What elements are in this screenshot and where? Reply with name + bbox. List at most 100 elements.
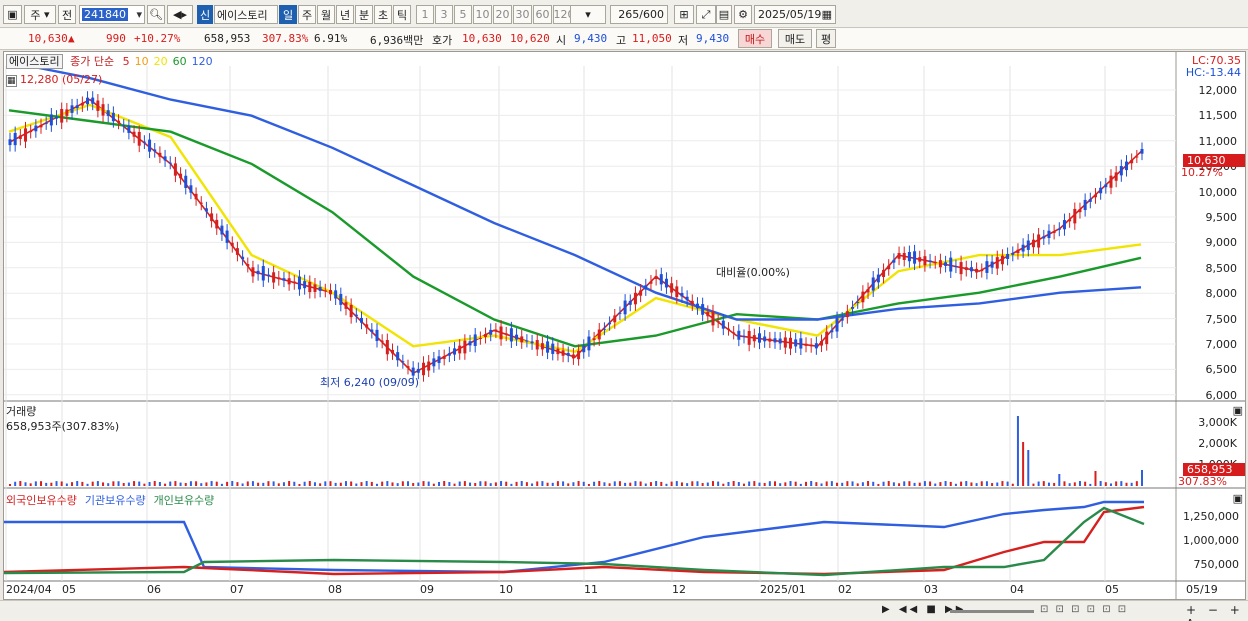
period-button[interactable]: 월 bbox=[317, 5, 335, 24]
volume-bar bbox=[686, 483, 689, 486]
table-icon: ▦ bbox=[6, 75, 17, 87]
volume-bar bbox=[251, 481, 254, 486]
buy-button[interactable]: 매수 bbox=[738, 29, 772, 48]
holdings-panel-close-icon[interactable]: ▣ bbox=[1233, 492, 1243, 505]
hts-chart-window: ▣ 주 ▾ 전 241840 ▾ 🔍︎ ◀▸ 신 에이스토리 일주월년분초틱 13… bbox=[0, 0, 1248, 621]
chart-toolbar: ▣ 주 ▾ 전 241840 ▾ 🔍︎ ◀▸ 신 에이스토리 일주월년분초틱 13… bbox=[0, 0, 1248, 28]
volume-bar bbox=[236, 482, 239, 486]
minute-step-button[interactable]: 1 bbox=[416, 5, 434, 24]
volume-bar bbox=[226, 481, 229, 486]
sell-button[interactable]: 매도 bbox=[778, 29, 812, 48]
stock-tag: 에이스토리 bbox=[6, 54, 63, 69]
candle-body bbox=[210, 213, 214, 222]
volume-bar bbox=[334, 482, 337, 486]
minute-step-button[interactable]: 5 bbox=[454, 5, 472, 24]
candle-body bbox=[184, 175, 188, 188]
minute-step-button[interactable]: 30 bbox=[513, 5, 532, 24]
window-menu-icon[interactable]: ▣ bbox=[3, 5, 22, 24]
x-tick-label: 05/19 bbox=[1186, 583, 1218, 596]
period-button[interactable]: 년 bbox=[336, 5, 354, 24]
period-button[interactable]: 틱 bbox=[393, 5, 411, 24]
candle-body bbox=[969, 267, 973, 272]
market-select[interactable]: 주 ▾ bbox=[24, 5, 56, 24]
volume-bar bbox=[577, 481, 580, 486]
volume-bar bbox=[1104, 482, 1107, 486]
candle-body bbox=[944, 262, 948, 266]
volume-bar bbox=[877, 483, 880, 486]
candle-body bbox=[148, 139, 152, 152]
prev-button[interactable]: 전 bbox=[58, 5, 76, 24]
current-price: 10,630 bbox=[28, 32, 68, 45]
candle-body bbox=[365, 324, 369, 328]
price-chart-svg[interactable] bbox=[3, 52, 1245, 599]
minute-step-button[interactable]: 10 bbox=[473, 5, 492, 24]
volume-bar bbox=[200, 483, 203, 486]
candle-body bbox=[153, 149, 157, 152]
candle-body bbox=[8, 139, 12, 146]
volume-bar bbox=[50, 482, 53, 486]
minute-step-button[interactable]: 60 bbox=[533, 5, 552, 24]
view-tools[interactable]: ⊡ ⊡ ⊡ ⊡ ⊡ ⊡ bbox=[1040, 604, 1128, 615]
holdings-legend: 외국인보유수량 기관보유수량 개인보유수량 bbox=[6, 492, 222, 508]
candle-body bbox=[189, 185, 193, 193]
volume-bar bbox=[86, 483, 89, 486]
minute-step-button[interactable]: 3 bbox=[435, 5, 453, 24]
x-tick-label: 12 bbox=[672, 583, 686, 596]
volume-bar bbox=[427, 481, 430, 486]
candle-body bbox=[783, 337, 787, 348]
high-price: 11,050 bbox=[632, 32, 672, 45]
candle-body bbox=[1124, 161, 1128, 171]
candle-body bbox=[401, 361, 405, 363]
candle-body bbox=[261, 266, 265, 281]
candle-body bbox=[866, 288, 870, 293]
draw-tool-icon[interactable]: ⤢ bbox=[696, 5, 716, 24]
stock-name: 에이스토리 bbox=[214, 5, 278, 24]
volume-bar bbox=[262, 482, 265, 486]
candle-body bbox=[292, 281, 296, 284]
scroll-slider[interactable] bbox=[950, 610, 1034, 613]
minute-step-button[interactable]: 20 bbox=[493, 5, 512, 24]
volume-bar bbox=[1037, 481, 1040, 486]
candle-body bbox=[370, 329, 374, 333]
save-icon[interactable]: ▤ bbox=[716, 5, 732, 24]
eval-button[interactable]: 평 bbox=[816, 29, 836, 48]
gear-icon[interactable]: ⚙ bbox=[734, 5, 752, 24]
candle-body bbox=[608, 322, 612, 325]
volume-bar bbox=[887, 481, 890, 486]
volume-bar bbox=[122, 483, 125, 486]
indicator-icon[interactable]: ⊞ bbox=[674, 5, 694, 24]
volume-bar bbox=[867, 481, 870, 486]
volume-bar bbox=[510, 483, 513, 486]
period-button[interactable]: 분 bbox=[355, 5, 373, 24]
search-icon[interactable]: 🔍︎ bbox=[147, 5, 165, 24]
candle-body bbox=[644, 285, 648, 290]
period-button[interactable]: 일 bbox=[279, 5, 297, 24]
volume-bar bbox=[231, 481, 234, 486]
volume-bar bbox=[655, 481, 658, 486]
data-count-field[interactable]: 265/600 bbox=[610, 5, 668, 24]
volume-bar bbox=[60, 481, 63, 486]
stock-code-input[interactable]: 241840 ▾ bbox=[79, 5, 145, 24]
candle-body bbox=[789, 337, 793, 349]
candle-body bbox=[1052, 231, 1056, 234]
volume-panel-close-icon[interactable]: ▣ bbox=[1233, 404, 1243, 417]
candle-body bbox=[1031, 239, 1035, 248]
chart-area[interactable]: 에이스토리 종가 단순 5 10 20 60 120 ▦ 12,280 (05/27) … bbox=[3, 51, 1246, 600]
candle-body bbox=[13, 132, 17, 146]
price-tick-label: 6,500 bbox=[1205, 363, 1238, 377]
date-field[interactable]: 2025/05/19 ▦ bbox=[754, 5, 836, 24]
volume-bar bbox=[344, 481, 347, 486]
volume-bar bbox=[908, 481, 911, 486]
candle-body bbox=[871, 277, 875, 291]
period-button[interactable]: 초 bbox=[374, 5, 392, 24]
volume-bar bbox=[515, 481, 518, 486]
sound-icon[interactable]: ◀▸ bbox=[167, 5, 193, 24]
candle-body bbox=[241, 256, 245, 260]
step-dropdown[interactable]: ▾ bbox=[570, 5, 606, 24]
volume-bar bbox=[763, 482, 766, 486]
zoom-controls[interactable]: + − + A bbox=[1186, 603, 1248, 621]
period-button[interactable]: 주 bbox=[298, 5, 316, 24]
ma-title: 종가 단순 bbox=[70, 55, 115, 68]
x-tick-label: 02 bbox=[838, 583, 852, 596]
candle-body bbox=[737, 330, 741, 340]
